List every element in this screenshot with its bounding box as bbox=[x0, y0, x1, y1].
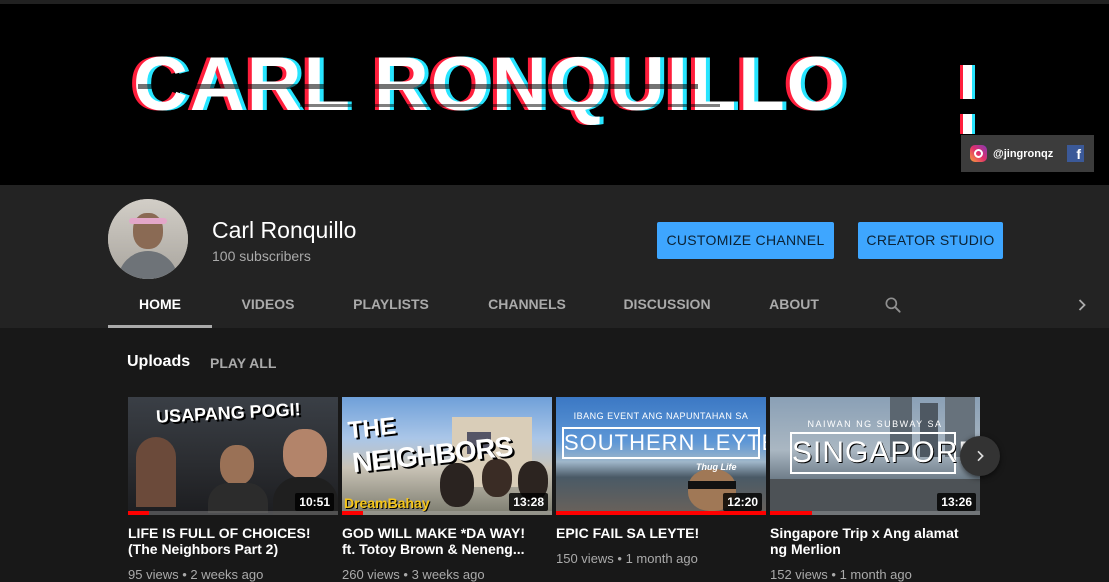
video-meta: 152 views • 1 month ago bbox=[770, 567, 912, 582]
video-title[interactable]: Singapore Trip x Ang alamat ng Merlion bbox=[770, 525, 970, 557]
carousel-next-button[interactable] bbox=[960, 436, 1000, 476]
video-thumbnail[interactable]: USAPANG POGI! 10:51 bbox=[128, 397, 338, 515]
tab-channels[interactable]: CHANNELS bbox=[482, 283, 572, 328]
instagram-icon[interactable] bbox=[970, 145, 987, 162]
thumbnail-text: THE bbox=[346, 412, 398, 445]
video-duration: 12:20 bbox=[723, 493, 762, 511]
creator-studio-button[interactable]: CREATOR STUDIO bbox=[858, 222, 1003, 259]
video-thumbnail[interactable]: NAIWAN NG SUBWAY SA SINGAPORE 13:26 bbox=[770, 397, 980, 515]
video-title[interactable]: LIFE IS FULL OF CHOICES! (The Neighbors … bbox=[128, 525, 328, 557]
channel-tabs: HOME VIDEOS PLAYLISTS CHANNELS DISCUSSIO… bbox=[0, 283, 1109, 328]
watch-progress bbox=[770, 511, 812, 515]
video-duration: 13:28 bbox=[509, 493, 548, 511]
banner-glitch-line bbox=[138, 84, 698, 89]
video-thumbnail[interactable]: THE NEIGHBORS DreamBahay 13:28 bbox=[342, 397, 552, 515]
chevron-right-icon bbox=[977, 450, 984, 462]
banner-glitch-bar bbox=[963, 65, 972, 99]
customize-channel-button[interactable]: CUSTOMIZE CHANNEL bbox=[657, 222, 834, 259]
active-tab-indicator bbox=[108, 325, 212, 328]
thumbnail-text: NAIWAN NG SUBWAY SA bbox=[807, 419, 943, 429]
video-title[interactable]: GOD WILL MAKE *DA WAY! ft. Totoy Brown &… bbox=[342, 525, 542, 557]
thumbnail-text: USAPANG POGI! bbox=[155, 399, 302, 427]
avatar[interactable] bbox=[108, 199, 188, 279]
banner-glitch-line bbox=[300, 104, 720, 107]
video-duration: 13:26 bbox=[937, 493, 976, 511]
play-all-button[interactable]: PLAY ALL bbox=[210, 355, 276, 371]
subscriber-count: 100 subscribers bbox=[212, 248, 311, 264]
thumbnail-text: Thug Life bbox=[696, 462, 737, 472]
social-links[interactable]: @jingronqz f bbox=[961, 135, 1094, 172]
watch-progress bbox=[342, 511, 363, 515]
instagram-handle[interactable]: @jingronqz bbox=[993, 148, 1053, 160]
thumbnail-text: SOUTHERN LEYTE bbox=[562, 427, 766, 459]
video-meta: 95 views • 2 weeks ago bbox=[128, 567, 264, 582]
video-duration: 10:51 bbox=[295, 493, 334, 511]
thumbnail-text: SINGAPORE bbox=[790, 432, 978, 474]
video-title[interactable]: EPIC FAIL SA LEYTE! bbox=[556, 525, 756, 541]
channel-banner: CARL RONQUILLO @jingronqz f bbox=[0, 4, 1109, 185]
watch-progress bbox=[128, 511, 149, 515]
banner-glitch-bar bbox=[963, 114, 972, 134]
tab-home[interactable]: HOME bbox=[108, 283, 212, 328]
tab-videos[interactable]: VIDEOS bbox=[232, 283, 304, 328]
tab-discussion[interactable]: DISCUSSION bbox=[620, 283, 714, 328]
tab-playlists[interactable]: PLAYLISTS bbox=[350, 283, 432, 328]
video-meta: 260 views • 3 weeks ago bbox=[342, 567, 485, 582]
tab-about[interactable]: ABOUT bbox=[764, 283, 824, 328]
channel-name: Carl Ronquillo bbox=[212, 217, 357, 243]
facebook-icon[interactable]: f bbox=[1067, 145, 1084, 162]
video-meta: 150 views • 1 month ago bbox=[556, 551, 698, 566]
chevron-right-icon[interactable] bbox=[1072, 295, 1092, 315]
watch-progress bbox=[556, 511, 766, 515]
thumbnail-text: DreamBahay bbox=[344, 495, 430, 511]
thumbnail-text: IBANG EVENT ANG NAPUNTAHAN SA bbox=[573, 411, 749, 421]
search-icon[interactable] bbox=[883, 295, 903, 315]
section-title[interactable]: Uploads bbox=[127, 353, 190, 371]
video-thumbnail[interactable]: IBANG EVENT ANG NAPUNTAHAN SA SOUTHERN L… bbox=[556, 397, 766, 515]
